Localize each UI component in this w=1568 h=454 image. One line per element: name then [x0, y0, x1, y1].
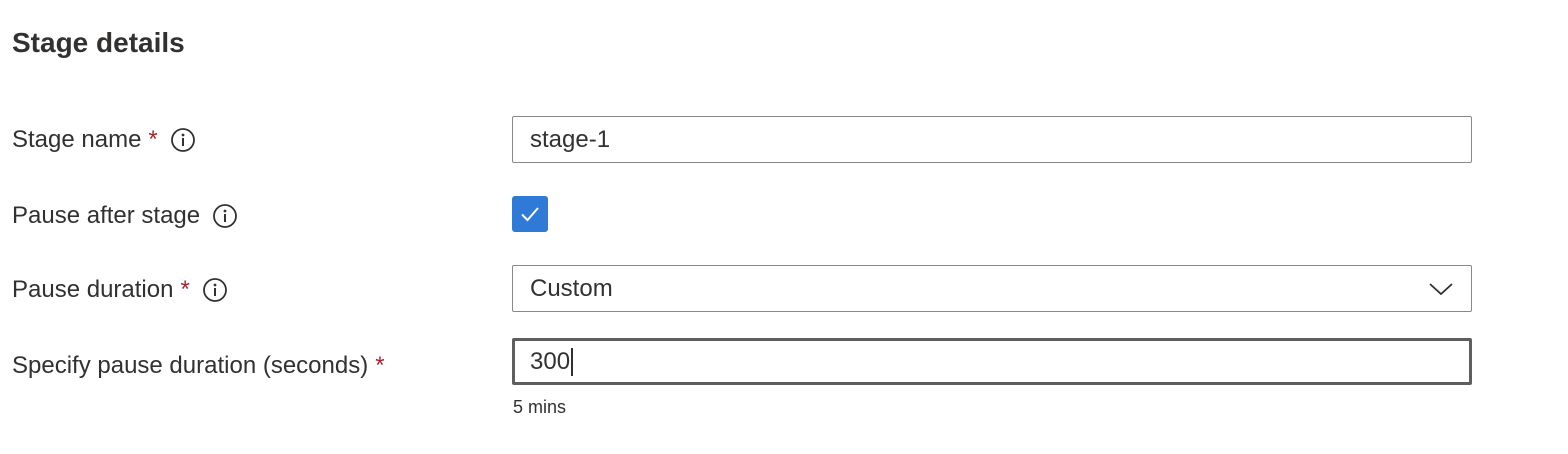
- required-marker: *: [375, 352, 385, 379]
- pause-duration-seconds-input[interactable]: 300: [512, 338, 1472, 385]
- stage-name-label-group: Stage name *: [12, 124, 196, 156]
- pause-duration-seconds-value: 300: [530, 347, 571, 375]
- pause-duration-label: Pause duration: [12, 276, 174, 303]
- pause-duration-label-group: Pause duration *: [12, 274, 228, 306]
- required-marker: *: [180, 276, 190, 303]
- required-marker: *: [148, 126, 158, 153]
- pause-after-stage-checkbox[interactable]: [512, 196, 548, 232]
- info-icon[interactable]: [202, 277, 228, 303]
- info-icon[interactable]: [170, 127, 196, 153]
- specify-pause-duration-label-group: Specify pause duration (seconds) *: [12, 350, 385, 382]
- section-title: Stage details: [12, 27, 185, 58]
- chevron-down-icon: [1429, 282, 1453, 295]
- text-cursor: [571, 347, 574, 376]
- stage-name-label: Stage name: [12, 126, 142, 153]
- info-icon[interactable]: [212, 203, 238, 229]
- stage-name-input[interactable]: [512, 116, 1472, 163]
- checkmark-icon: [521, 207, 539, 222]
- stage-details-form: Stage details Stage name * Pause after s…: [0, 0, 1568, 454]
- pause-duration-dropdown[interactable]: Custom: [512, 265, 1472, 312]
- specify-pause-duration-label: Specify pause duration (seconds): [12, 352, 369, 379]
- pause-duration-hint: 5 mins: [513, 397, 567, 417]
- pause-after-stage-label-group: Pause after stage: [12, 200, 238, 232]
- pause-after-stage-label: Pause after stage: [12, 202, 201, 229]
- pause-duration-selected: Custom: [530, 274, 613, 302]
